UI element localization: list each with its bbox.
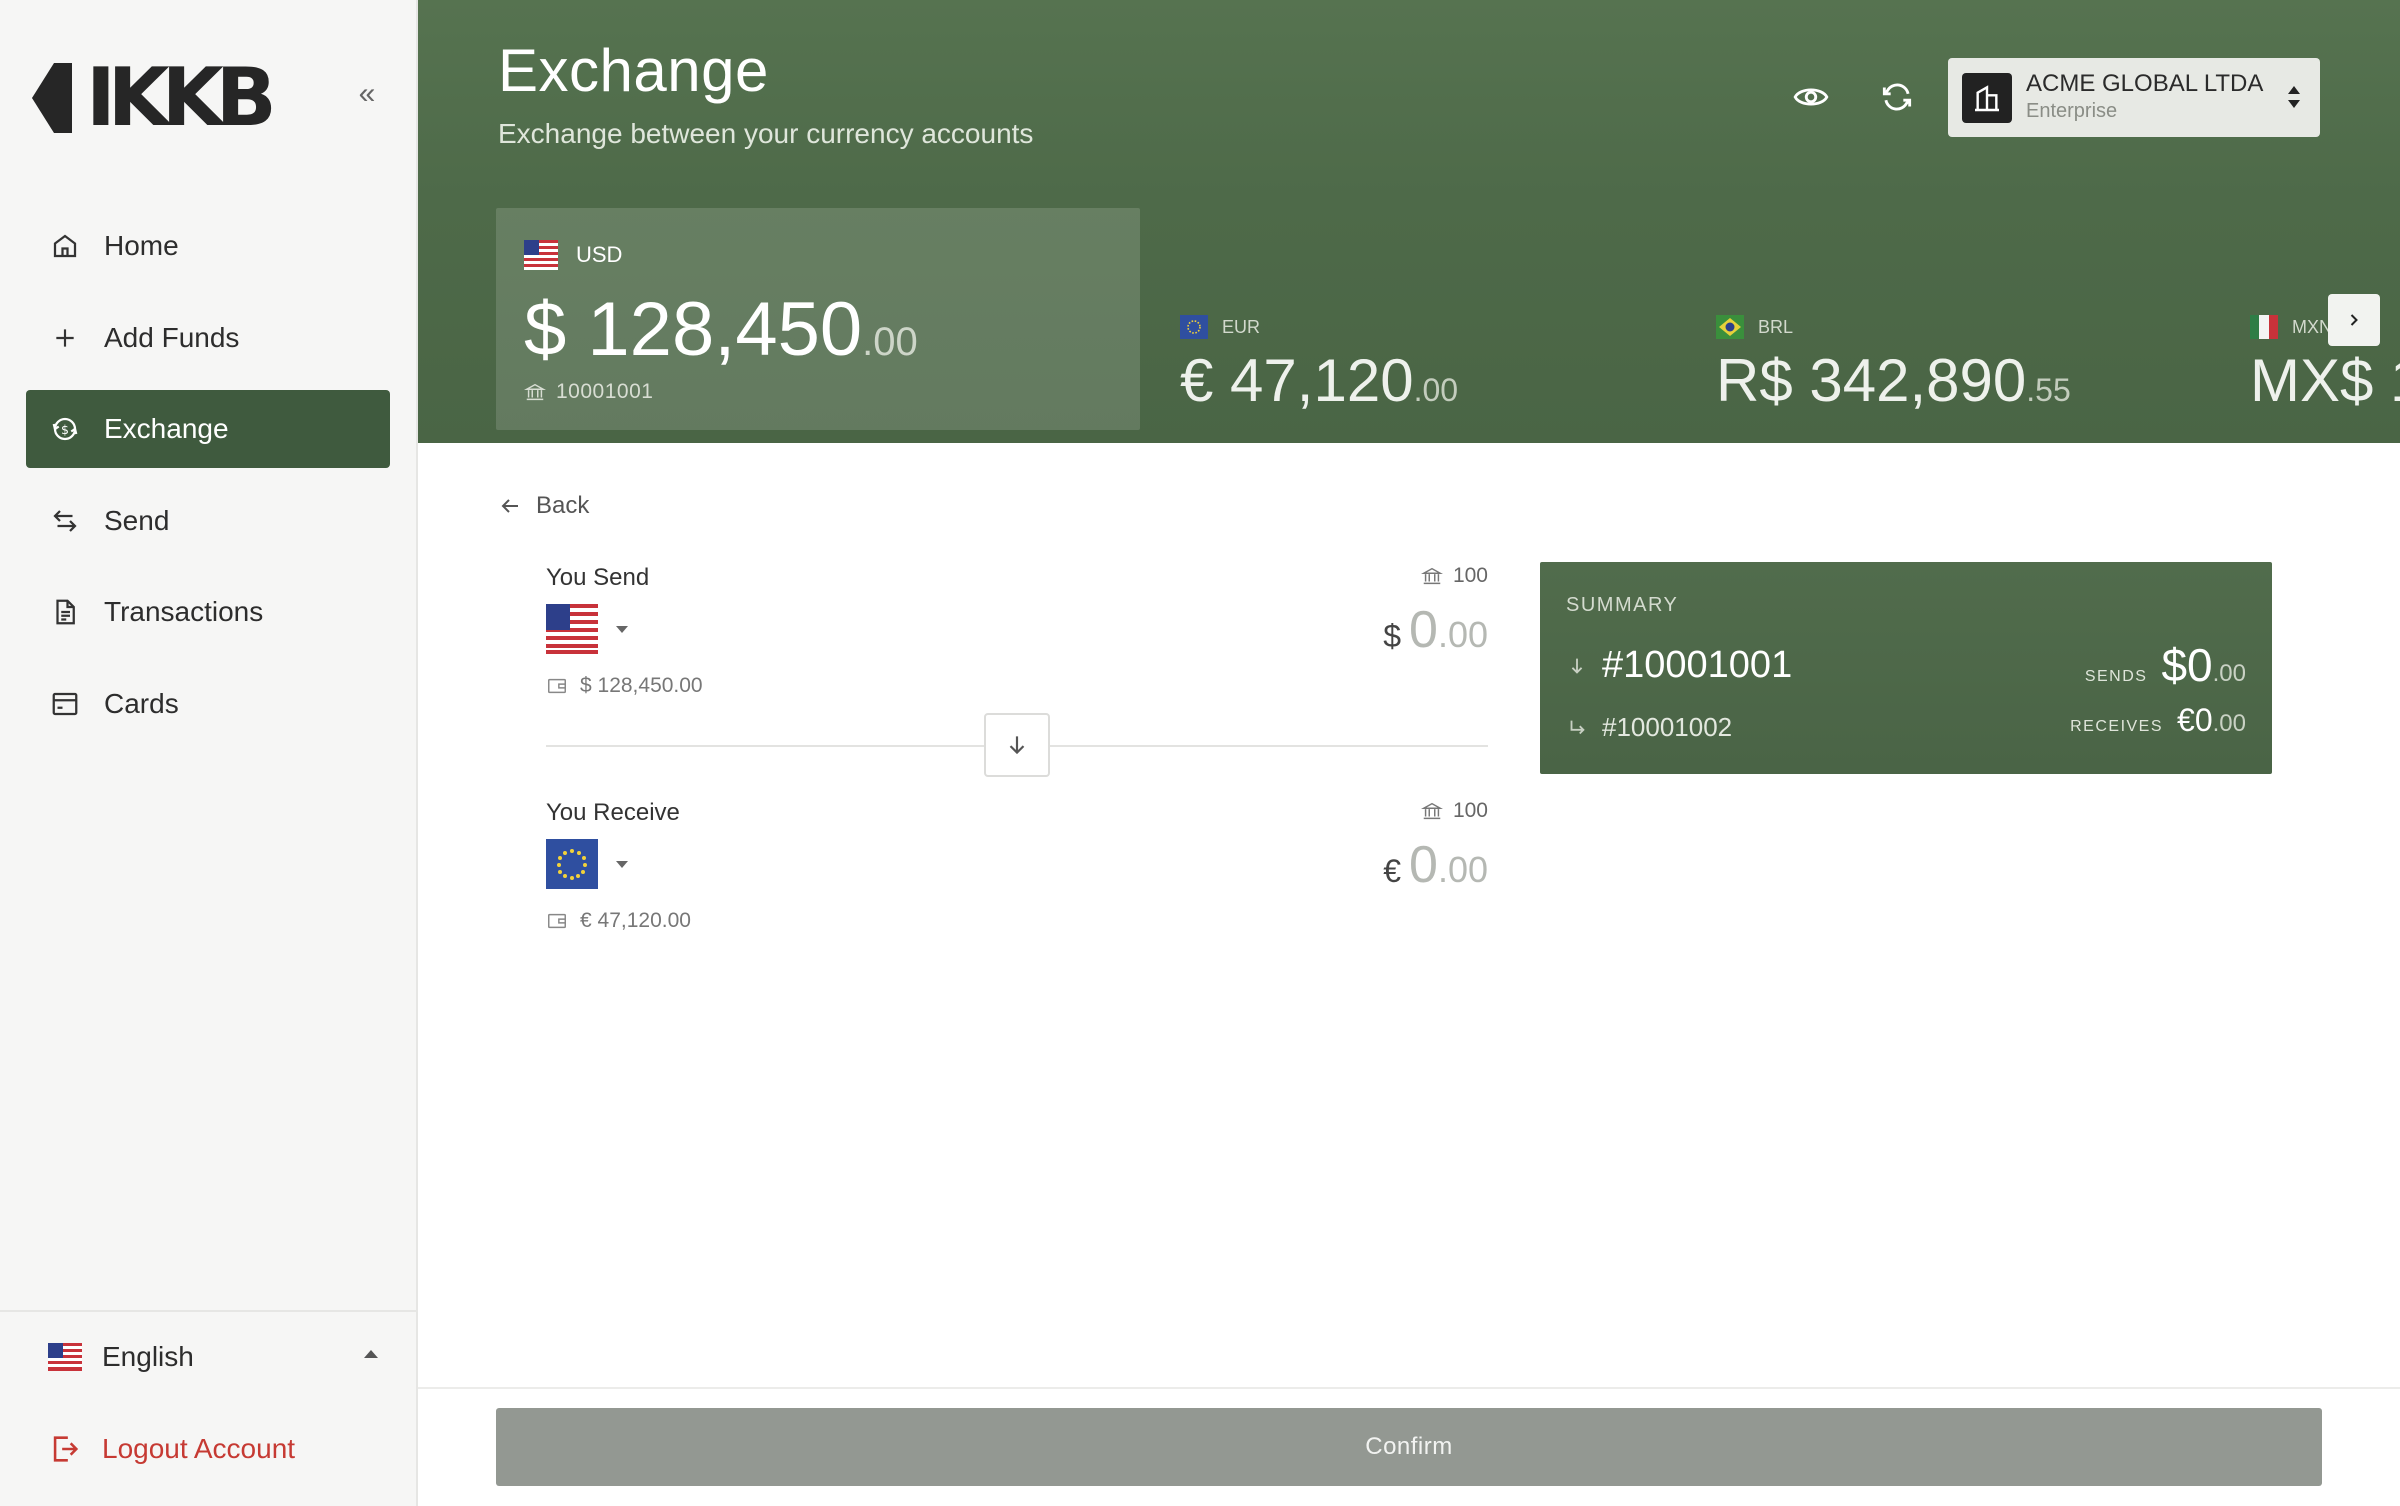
bank-icon [1420,802,1443,820]
account-currency: USD [576,242,623,267]
receive-section: You Receive 100 € 47,120.00 €0.00 [546,799,1488,932]
bank-icon [524,383,546,401]
summary-to-account: #10001002 [1566,712,1732,743]
sidebar: IKKB « Home Add Funds $ Exchange Send Tr… [0,0,418,1506]
back-label: Back [536,492,590,519]
sidebar-item-transactions[interactable]: Transactions [26,573,390,651]
account-card-eur[interactable]: EUR € 47,120.00 [1180,312,1458,415]
sidebar-bottom-divider [0,1310,416,1312]
logout-icon [53,1436,79,1462]
page-subtitle: Exchange between your currency accounts [498,118,1034,149]
swap-currencies-button[interactable] [984,713,1050,777]
send-currency-flag-us-icon[interactable] [546,604,598,654]
collapse-sidebar-icon[interactable]: « [352,79,382,110]
sidebar-nav: Home Add Funds $ Exchange Send Transacti… [26,207,390,756]
org-switcher[interactable]: ACME GLOBAL LTDA Enterprise [1948,58,2320,137]
page-header: Exchange Exchange between your currency … [418,0,2400,443]
arrow-down-icon [1571,658,1583,674]
home-icon [48,229,82,263]
sidebar-item-label: Home [104,230,179,261]
account-currency: MXN [2292,316,2332,337]
arrow-down-icon [1009,736,1025,755]
sidebar-item-home[interactable]: Home [26,207,390,285]
language-selector[interactable]: English [48,1340,378,1374]
send-balance: $ 128,450.00 [546,674,703,698]
summary-from-account: #10001001 [1566,644,1792,687]
account-currency: BRL [1758,316,1794,337]
transfer-arrows-icon [48,504,82,538]
arrow-turn-right-icon [1570,720,1585,734]
sidebar-item-label: Add Funds [104,321,240,353]
sidebar-item-send[interactable]: Send [26,482,390,560]
language-label: English [102,1341,194,1372]
logo-text: IKKB [86,51,277,144]
plus-icon [48,321,82,355]
logout-label: Logout Account [102,1433,296,1464]
account-card-usd[interactable]: USD $ 128,450.00 10001001 [496,208,1140,430]
account-card-brl[interactable]: BRL R$ 342,890.55 [1716,312,2071,415]
send-currency-dropdown-icon[interactable] [616,626,628,633]
confirm-button[interactable]: Confirm [496,1408,2322,1486]
caret-up-icon [364,1350,378,1358]
account-balance: € 47,120.00 [1180,347,1459,414]
account-number: 10001001 [556,380,654,403]
sidebar-item-exchange[interactable]: $ Exchange [26,390,390,468]
logo-arrow-icon [32,63,72,133]
us-flag-icon [48,1343,82,1371]
send-amount-input[interactable]: $0.00 [1383,600,1488,660]
account-currency: EUR [1222,316,1261,337]
send-label: You Send [546,564,650,591]
bank-icon [1420,567,1443,585]
org-type: Enterprise [2026,100,2118,122]
logo[interactable]: IKKB [32,51,277,144]
svg-text:$: $ [61,422,69,437]
org-name: ACME GLOBAL LTDA [2026,70,2264,97]
us-flag-icon [524,240,558,270]
summary-receives: RECEIVES €0.00 [2070,702,2246,738]
send-limit: 100 [1420,564,1488,588]
card-icon [48,687,82,721]
building-icon [1962,72,2012,123]
chevron-updown-icon [2288,86,2300,108]
chevron-right-icon [2350,314,2358,326]
receive-amount-input[interactable]: €0.00 [1383,835,1488,895]
sidebar-item-label: Cards [104,687,179,719]
account-balance: R$ 342,890.55 [1716,347,2071,414]
accounts-next-button[interactable] [2328,294,2380,346]
document-icon [48,595,82,629]
account-balance: $ 128,450.00 [524,287,918,372]
receive-currency-flag-eu-icon[interactable] [546,839,598,889]
receive-label: You Receive [546,799,680,826]
receive-balance: € 47,120.00 [546,909,691,933]
logout-button[interactable]: Logout Account [48,1432,295,1466]
eu-flag-icon [1180,315,1208,339]
receive-limit: 100 [1420,799,1488,823]
exchange-icon: $ [48,412,82,446]
send-section: You Send 100 $ 128,450.00 $0.00 [546,564,1488,697]
sidebar-item-add-funds[interactable]: Add Funds [26,299,390,377]
account-balance: MX$ 1 [2250,347,2400,414]
footer-divider [418,1387,2400,1389]
receive-currency-dropdown-icon[interactable] [616,861,628,868]
eye-icon[interactable] [1792,78,1830,116]
mexico-flag-icon [2250,315,2278,339]
sidebar-item-label: Transactions [104,596,264,627]
back-link[interactable]: Back [498,492,589,520]
summary-title: SUMMARY [1566,594,1679,616]
sidebar-item-label: Send [104,504,170,536]
wallet-icon [548,678,566,694]
summary-panel: SUMMARY #10001001 #10001002 SENDS $0.00 … [1540,562,2272,774]
brazil-flag-icon [1716,315,1744,339]
summary-sends: SENDS $0.00 [2084,639,2246,691]
wallet-icon [548,913,566,929]
sidebar-item-label: Exchange [104,413,229,444]
arrow-left-icon [501,499,518,513]
page-title: Exchange [498,37,769,104]
sidebar-item-cards[interactable]: Cards [26,665,390,743]
refresh-icon[interactable] [1878,78,1916,116]
